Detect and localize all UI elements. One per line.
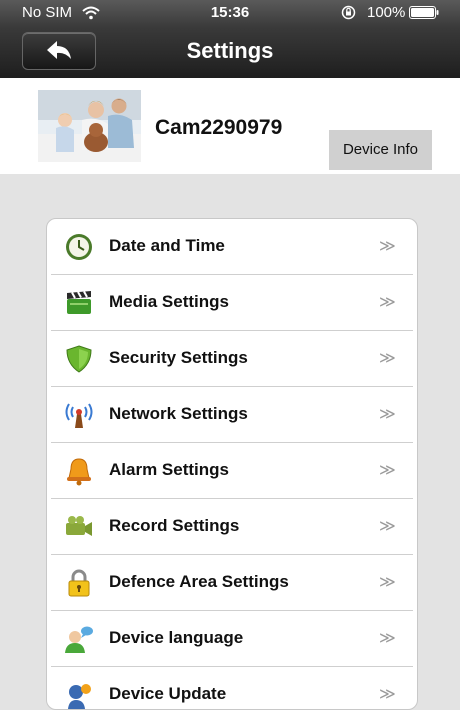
chevron-right-icon: ≫ xyxy=(379,294,396,311)
menu-item-device-update[interactable]: Device Update ≫ xyxy=(47,667,417,709)
menu-item-label: Record Settings xyxy=(109,516,240,535)
chevron-right-icon: ≫ xyxy=(379,462,396,479)
navigation-bar: No SIM 15:36 100% Settings xyxy=(0,0,460,78)
chevron-right-icon: ≫ xyxy=(379,686,396,703)
menu-item-label: Defence Area Settings xyxy=(109,572,289,591)
update-icon xyxy=(68,684,91,709)
menu-item-device-language[interactable]: Device language ≫ xyxy=(47,611,417,667)
camera-name: Cam2290979 xyxy=(155,116,283,139)
chevron-right-icon: ≫ xyxy=(379,574,396,591)
padlock-icon xyxy=(68,569,90,597)
menu-item-label: Alarm Settings xyxy=(109,460,229,479)
chevron-right-icon: ≫ xyxy=(379,406,396,423)
battery-icon xyxy=(409,6,439,19)
battery-percent: 100% xyxy=(367,4,406,21)
page-title: Settings xyxy=(186,38,274,63)
chevron-right-icon: ≫ xyxy=(379,350,396,367)
chevron-right-icon: ≫ xyxy=(379,630,396,647)
clapperboard-icon xyxy=(67,291,91,314)
menu-item-media-settings[interactable]: Media Settings ≫ xyxy=(47,275,417,331)
chevron-right-icon: ≫ xyxy=(379,238,396,255)
settings-list: Date and Time ≫ Media Settings ≫ Securit… xyxy=(46,218,418,710)
chevron-right-icon: ≫ xyxy=(379,518,396,535)
antenna-icon xyxy=(65,403,93,428)
camcorder-icon xyxy=(66,516,92,536)
menu-item-label: Network Settings xyxy=(109,404,248,423)
rotation-lock-icon xyxy=(341,5,356,20)
menu-item-label: Security Settings xyxy=(109,348,248,367)
shield-icon xyxy=(66,345,92,373)
person-speech-icon xyxy=(65,626,93,653)
menu-item-label: Device Update xyxy=(109,684,227,703)
menu-item-defence-area-settings[interactable]: Defence Area Settings ≫ xyxy=(47,555,417,611)
menu-item-network-settings[interactable]: Network Settings ≫ xyxy=(47,387,417,443)
device-info-button[interactable]: Device Info xyxy=(329,130,432,170)
menu-item-label: Media Settings xyxy=(109,292,229,311)
menu-item-date-and-time[interactable]: Date and Time ≫ xyxy=(47,219,417,275)
menu-item-alarm-settings[interactable]: Alarm Settings ≫ xyxy=(47,443,417,499)
menu-item-label: Device language xyxy=(109,628,244,647)
menu-item-label: Date and Time xyxy=(109,236,225,255)
camera-thumbnail xyxy=(38,90,141,162)
menu-item-record-settings[interactable]: Record Settings ≫ xyxy=(47,499,417,555)
status-bar: No SIM 15:36 100% xyxy=(0,0,460,26)
bell-icon xyxy=(67,458,91,486)
clock-icon xyxy=(66,234,92,260)
menu-item-security-settings[interactable]: Security Settings ≫ xyxy=(47,331,417,387)
